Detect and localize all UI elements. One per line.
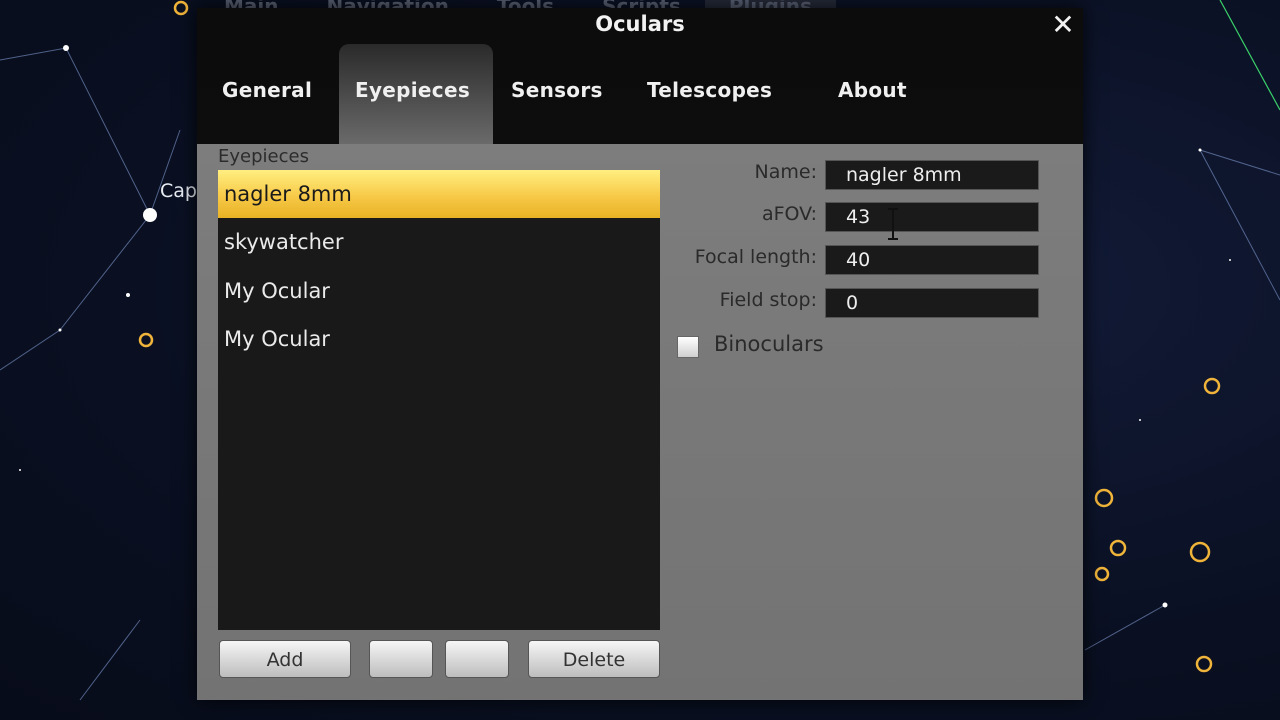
name-label: Name: [754,161,817,183]
tab-eyepieces[interactable]: Eyepieces [339,44,493,144]
binoculars-label: Binoculars [714,332,824,356]
list-item[interactable]: nagler 8mm [218,170,660,218]
star-label: Cap [160,180,197,202]
tab-sensors[interactable]: Sensors [511,78,603,102]
move-down-button[interactable] [445,640,509,678]
list-item[interactable]: skywatcher [218,218,660,266]
eyepieces-panel: Eyepieces nagler 8mm skywatcher My Ocula… [197,144,1083,700]
tab-telescopes[interactable]: Telescopes [647,78,772,102]
delete-button[interactable]: Delete [528,640,660,678]
binoculars-checkbox[interactable] [677,336,699,358]
eyepieces-group-label: Eyepieces [218,146,309,167]
oculars-dialog: Oculars ✕ General Eyepieces Sensors Tele… [197,8,1083,700]
tab-about[interactable]: About [838,78,907,102]
afov-label: aFOV: [761,203,817,225]
name-field[interactable] [825,160,1039,190]
afov-field[interactable] [825,202,1039,232]
eyepiece-list[interactable]: nagler 8mm skywatcher My Ocular My Ocula… [218,170,660,630]
tab-bar: General Eyepieces Sensors Telescopes Abo… [197,44,1083,144]
field-stop-field[interactable] [825,288,1039,318]
focal-length-field[interactable] [825,245,1039,275]
list-item[interactable]: My Ocular [218,267,660,315]
dialog-title: Oculars [595,12,685,36]
move-up-button[interactable] [369,640,433,678]
tab-general[interactable]: General [222,78,312,102]
focal-length-label: Focal length: [694,246,817,268]
list-item[interactable]: My Ocular [218,315,660,363]
close-icon[interactable]: ✕ [1049,10,1077,40]
title-bar[interactable]: Oculars ✕ [197,8,1083,44]
field-stop-label: Field stop: [719,289,817,311]
tab-eyepieces-label: Eyepieces [355,78,471,102]
text-cursor-icon [888,208,898,240]
add-button[interactable]: Add [219,640,351,678]
